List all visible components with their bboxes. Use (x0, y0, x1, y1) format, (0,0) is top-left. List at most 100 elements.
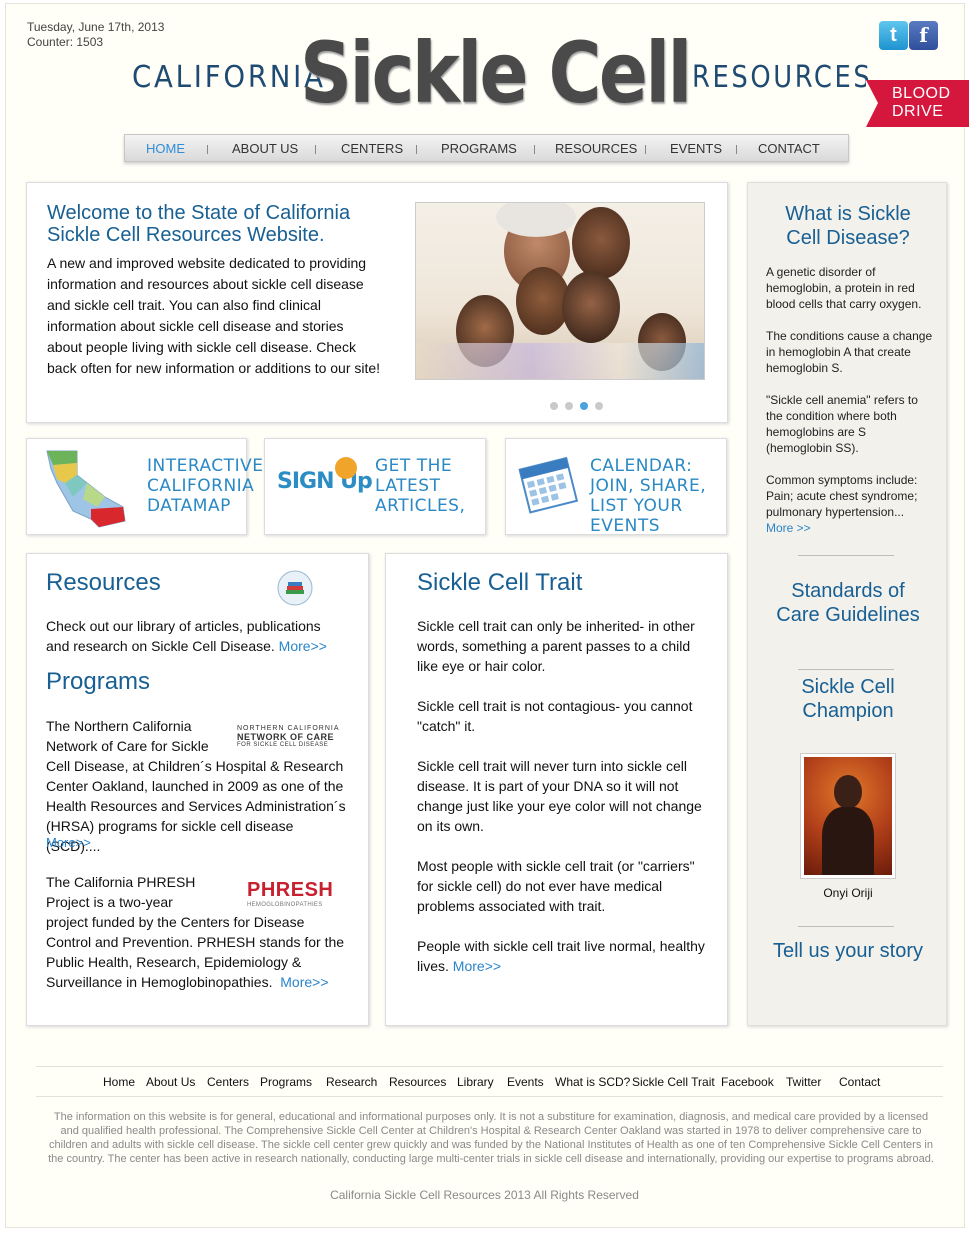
footer-what-is-scd[interactable]: What is SCD? (555, 1075, 630, 1089)
nc-logo-line3: FOR SICKLE CELL DISEASE (237, 742, 329, 748)
nc-logo-line2: NETWORK OF CARE (237, 732, 334, 742)
champion-link[interactable]: Sickle Cell Champion (748, 675, 948, 723)
family-photo[interactable] (415, 202, 705, 380)
champion-photo[interactable] (800, 753, 896, 879)
nav-resources[interactable]: RESOURCES (555, 141, 637, 156)
champion-figure (822, 807, 874, 875)
footer-centers[interactable]: Centers (207, 1075, 249, 1089)
nav-contact[interactable]: CONTACT (758, 141, 820, 156)
resources-programs-card: Resources Check out our library of artic… (26, 553, 369, 1026)
scd-text-4: Common symptoms include: Pain; acute che… (766, 473, 918, 519)
nav-programs[interactable]: PROGRAMS (441, 141, 517, 156)
photo-figure (572, 207, 630, 279)
trait-more-link[interactable]: More>> (453, 958, 501, 974)
trait-p5: People with sickle cell trait live norma… (417, 936, 712, 976)
footer-sickle-cell-trait[interactable]: Sickle Cell Trait (632, 1075, 715, 1089)
scd-text-1: A genetic disorder of hemoglobin, a prot… (766, 265, 922, 311)
nav-divider (534, 145, 535, 154)
standards-link[interactable]: Standards of Care Guidelines (748, 579, 948, 627)
programs-title: Programs (46, 668, 151, 695)
trait-p2: Sickle cell trait is not contagious- you… (417, 698, 693, 734)
scd-more-link[interactable]: More >> (766, 520, 934, 536)
blood-drive-line2: DRIVE (892, 103, 944, 120)
books-icon[interactable] (277, 570, 313, 606)
trait-p4: Most people with sickle cell trait (or "… (417, 858, 695, 914)
visit-counter: Counter: 1503 (27, 35, 104, 49)
current-date: Tuesday, June 17th, 2013 (27, 20, 165, 34)
footer-home[interactable]: Home (103, 1075, 135, 1089)
footer-nav: Home About Us Centers Programs Research … (36, 1066, 943, 1097)
scd-text-3: "Sickle cell anemia" refers to the condi… (766, 393, 918, 455)
network-of-care-logo[interactable]: NORTHERN CALIFORNIA NETWORK OF CARE FOR … (237, 725, 349, 748)
sidebar: What is Sickle Cell Disease? A genetic d… (747, 182, 947, 1026)
nav-divider (315, 145, 316, 154)
network-more-link[interactable]: More>> (46, 833, 91, 853)
calendar-icon (518, 456, 579, 514)
footer-programs[interactable]: Programs (260, 1075, 312, 1089)
slider-dot[interactable] (565, 402, 573, 410)
what-is-scd-title[interactable]: What is Sickle Cell Disease? (748, 202, 948, 250)
footer-about-us[interactable]: About Us (146, 1075, 195, 1089)
nav-centers[interactable]: CENTERS (341, 141, 403, 156)
champion-figure (834, 775, 862, 809)
photo-clothing (416, 343, 704, 379)
footer-events[interactable]: Events (507, 1075, 544, 1089)
nav-home[interactable]: HOME (146, 141, 185, 156)
footer-twitter[interactable]: Twitter (786, 1075, 821, 1089)
nav-divider (736, 145, 737, 154)
scd-text-2: The conditions cause a change in hemoglo… (766, 329, 933, 375)
phresh-logo-sub: HEMOGLOBINOPATHIES (247, 902, 323, 908)
signup-tile[interactable]: SIGN Up GET THE LATEST ARTICLES, (264, 438, 486, 535)
sidebar-divider (798, 926, 894, 927)
main-nav: HOME ABOUT US CENTERS PROGRAMS RESOURCES… (124, 134, 849, 162)
trait-title: Sickle Cell Trait (417, 569, 583, 596)
phresh-logo[interactable]: PHRESH HEMOGLOBINOPATHIES (247, 879, 339, 908)
nav-about-us[interactable]: ABOUT US (232, 141, 298, 156)
footer-resources[interactable]: Resources (389, 1075, 446, 1089)
resources-body: Check out our library of articles, publi… (46, 616, 346, 656)
slider-dot[interactable] (550, 402, 558, 410)
twitter-icon[interactable]: t (879, 21, 908, 50)
welcome-card: Welcome to the State of California Sickl… (26, 182, 728, 423)
calendar-tile[interactable]: CALENDAR: JOIN, SHARE, LIST YOUR EVENTS (505, 438, 727, 536)
resources-more-link[interactable]: More>> (279, 638, 327, 654)
phresh-body-b: project funded by the Centers for Diseas… (46, 912, 351, 992)
slider-dot-active[interactable] (580, 402, 588, 410)
phresh-more-link[interactable]: More>> (280, 974, 328, 990)
footer-contact[interactable]: Contact (839, 1075, 880, 1089)
nav-divider (645, 145, 646, 154)
network-body-a: The Northern California Network of Care … (46, 718, 209, 754)
signup-logo: SIGN Up (277, 469, 373, 494)
trait-card: Sickle Cell Trait Sickle cell trait can … (385, 553, 728, 1026)
slider-dot[interactable] (595, 402, 603, 410)
california-map-icon (46, 450, 126, 528)
blood-drive-button[interactable]: BLOOD DRIVE (866, 80, 969, 127)
blood-drive-line1: BLOOD (892, 85, 951, 102)
nav-events[interactable]: EVENTS (670, 141, 722, 156)
facebook-icon[interactable]: f (909, 21, 938, 50)
nc-logo-line1: NORTHERN CALIFORNIA (237, 725, 340, 732)
slider-dots (550, 397, 610, 415)
phresh-logo-text: PHRESH (247, 879, 334, 901)
footer-facebook[interactable]: Facebook (721, 1075, 774, 1089)
network-body-b: Cell Disease, at Children´s Hospital & R… (46, 758, 346, 854)
champion-name: Onyi Oriji (823, 886, 873, 900)
datamap-tile[interactable]: INTERACTIVE CALIFORNIA DATAMAP (26, 438, 263, 535)
footer-research[interactable]: Research (326, 1075, 377, 1089)
copyright: California Sickle Cell Resources 2013 Al… (330, 1188, 639, 1202)
welcome-title: Welcome to the State of California Sickl… (47, 202, 351, 246)
logo-california[interactable]: CALIFORNIA (132, 60, 326, 95)
footer-library[interactable]: Library (457, 1075, 494, 1089)
trait-p1: Sickle cell trait can only be inherited-… (417, 618, 695, 674)
sidebar-divider (798, 555, 894, 556)
disclaimer-text: The information on this website is for g… (48, 1111, 934, 1165)
tell-story-link[interactable]: Tell us your story (748, 939, 948, 963)
phresh-body-a: The California PHRESH Project is a two-y… (46, 874, 196, 910)
calendar-label[interactable]: CALENDAR: JOIN, SHARE, LIST YOUR EVENTS (590, 456, 720, 536)
nav-divider (416, 145, 417, 154)
signup-label[interactable]: GET THE LATEST ARTICLES, (375, 456, 483, 516)
datamap-label[interactable]: INTERACTIVE CALIFORNIA DATAMAP (147, 456, 263, 516)
photo-figure (562, 271, 620, 343)
logo-resources[interactable]: RESOURCES (692, 60, 872, 95)
logo-sickle-cell[interactable]: Sickle Cell (300, 24, 692, 122)
